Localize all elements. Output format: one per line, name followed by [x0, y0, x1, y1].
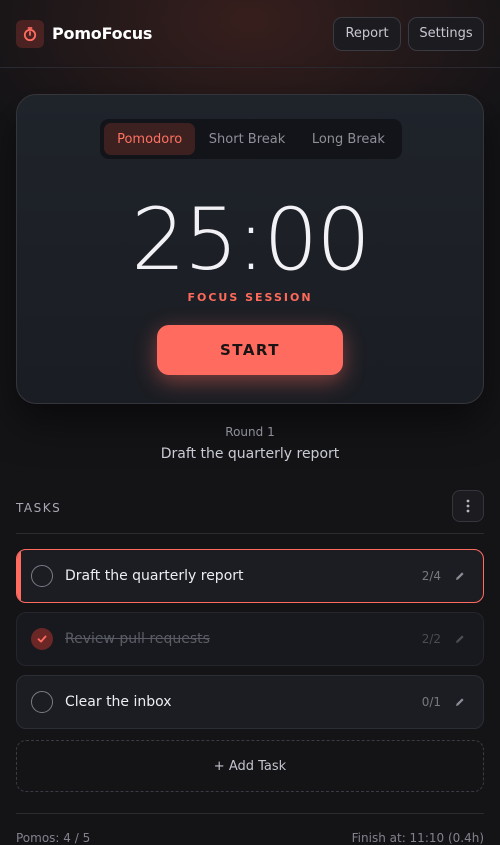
task-name: Draft the quarterly report: [65, 568, 244, 584]
start-button[interactable]: START: [157, 325, 343, 375]
checkmark-icon: [37, 635, 47, 643]
edit-icon[interactable]: [453, 632, 467, 646]
task-checkbox[interactable]: [31, 691, 53, 713]
current-task-label: Draft the quarterly report: [160, 446, 340, 462]
task-name: Clear the inbox: [65, 694, 172, 710]
task-item[interactable]: Draft the quarterly report 2/4: [16, 549, 484, 603]
timer-display: 25:00: [131, 190, 371, 290]
mode-tabs: Pomodoro Short Break Long Break: [100, 119, 402, 159]
more-vertical-icon: [466, 499, 470, 513]
add-task-button[interactable]: + Add Task: [16, 740, 484, 792]
task-checkbox-checked[interactable]: [31, 628, 53, 650]
round-label: Round 1: [225, 425, 275, 439]
app-header: PomoFocus Report Settings: [0, 0, 500, 68]
task-checkbox[interactable]: [31, 565, 53, 587]
tasks-title: TASKS: [16, 501, 62, 515]
tab-long-break[interactable]: Long Break: [299, 123, 398, 155]
finish-time: Finish at: 11:10 (0.4h): [351, 831, 484, 845]
edit-icon[interactable]: [453, 695, 467, 709]
task-pomo-count: 0/1: [421, 695, 441, 709]
footer-divider: [16, 813, 484, 814]
settings-button[interactable]: Settings: [408, 16, 484, 51]
tasks-header: TASKS: [16, 490, 484, 534]
report-button[interactable]: Report: [333, 16, 401, 51]
timer-card: Pomodoro Short Break Long Break 25:00 FO…: [16, 94, 484, 404]
tasks-menu-button[interactable]: [452, 490, 484, 522]
pomos-count: Pomos: 4 / 5: [16, 831, 91, 845]
tab-short-break[interactable]: Short Break: [197, 123, 296, 155]
task-pomo-count: 2/4: [421, 569, 441, 583]
timer-logo-icon: [16, 19, 44, 48]
task-name: Review pull requests: [65, 631, 210, 647]
tab-pomodoro[interactable]: Pomodoro: [104, 123, 196, 155]
edit-icon[interactable]: [453, 569, 467, 583]
task-item[interactable]: Clear the inbox 0/1: [16, 675, 484, 729]
task-item[interactable]: Review pull requests 2/2: [16, 612, 484, 666]
task-pomo-count: 2/2: [421, 632, 441, 646]
session-label: FOCUS SESSION: [187, 291, 313, 304]
brand-name: PomoFocus: [52, 24, 153, 43]
